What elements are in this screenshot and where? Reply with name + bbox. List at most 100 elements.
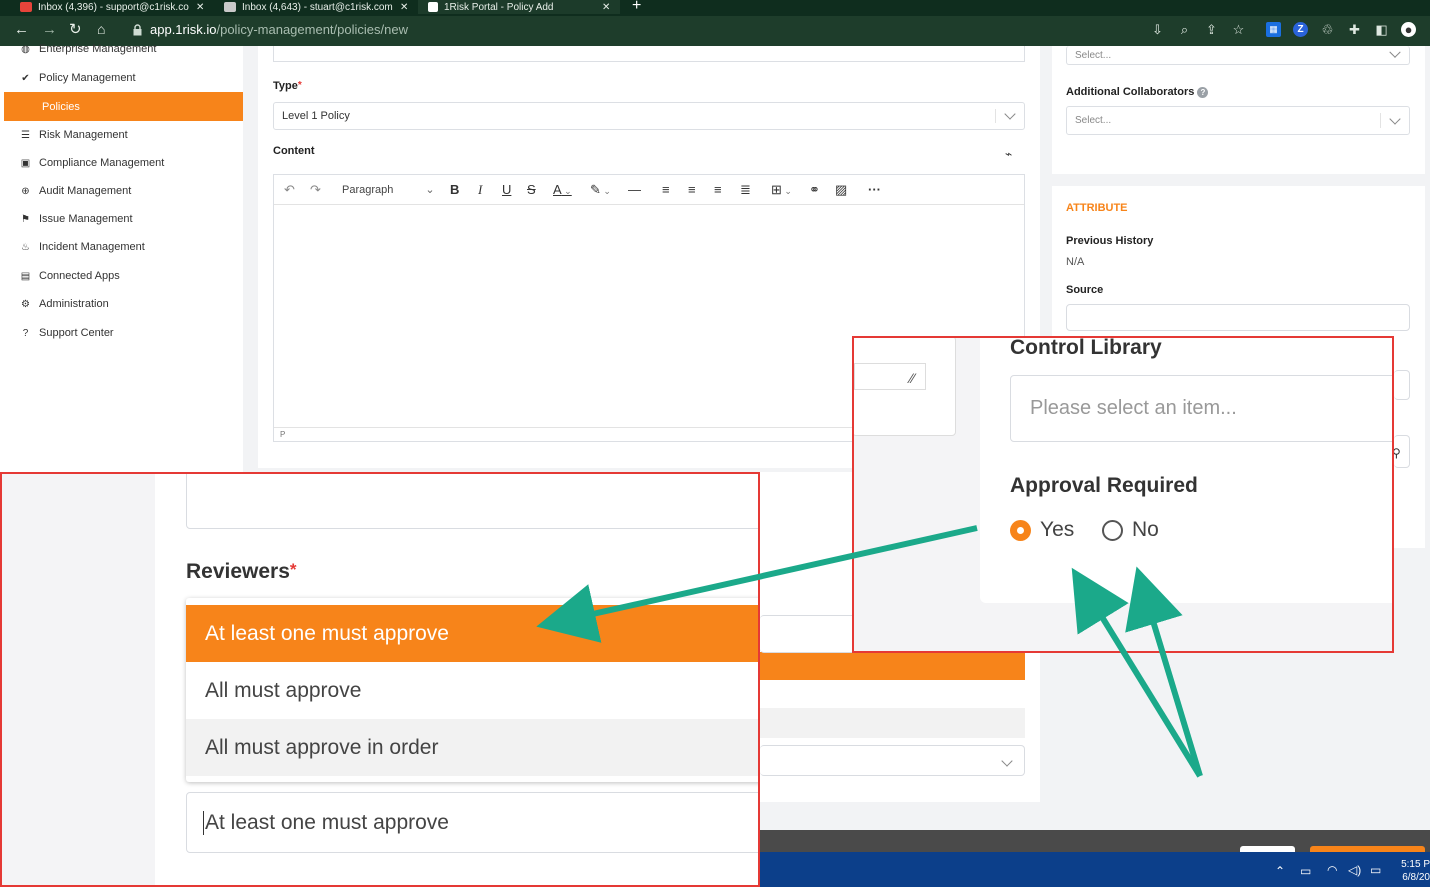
editor-toolbar: ↶ ↷ Paragraph ⌄ B I U S A ⌄ ✎ ⌄ — ≡ ≡ ≡ ≣… <box>274 175 1024 205</box>
clock-time: 5:15 P <box>1401 859 1430 870</box>
strikethrough-icon[interactable]: S <box>527 182 536 197</box>
reviewers-option-all-in-order[interactable]: All must approve in order <box>186 719 758 776</box>
tab-label: Inbox (4,643) - stuart@c1risk.com <box>242 1 393 13</box>
required-marker: * <box>297 80 302 91</box>
address-bar[interactable]: app.1risk.io/policy-management/policies/… <box>150 22 408 37</box>
approval-yes-radio[interactable]: Yes <box>1010 518 1074 542</box>
profile-avatar-icon[interactable]: ● <box>1401 22 1416 37</box>
fire-icon: ♨ <box>21 241 30 253</box>
sidebar-item-audit-management[interactable]: ⊕ Audit Management <box>20 185 131 197</box>
browser-tab-gmail-support[interactable]: Inbox (4,396) - support@c1risk.co <box>20 0 210 14</box>
sidebar-item-label: Audit Management <box>39 185 132 197</box>
browser-tab-1risk[interactable]: 1Risk Portal - Policy Add <box>418 0 620 14</box>
link-icon[interactable]: ⚭ <box>809 182 820 198</box>
system-clock[interactable]: 5:15 P 6/8/20 <box>1397 858 1430 884</box>
sidebar-item-label: Issue Management <box>39 213 133 225</box>
reviewers-select-input[interactable]: At least one must approve <box>186 792 758 853</box>
zoom-extension-icon[interactable]: Z <box>1293 22 1308 37</box>
additional-collaborators-label: Additional Collaborators ? <box>1066 86 1209 98</box>
title-field[interactable] <box>273 46 1025 62</box>
sidebar-item-compliance-management[interactable]: ▣ Compliance Management <box>20 157 165 169</box>
align-center-icon[interactable]: ≡ <box>688 182 696 197</box>
sidebar-item-support-center[interactable]: ? Support Center <box>20 327 114 339</box>
italic-icon[interactable]: I <box>478 182 482 198</box>
sidebar-item-label: Risk Management <box>39 129 128 141</box>
horizontal-line-icon[interactable]: — <box>628 182 641 197</box>
image-icon[interactable]: ▨ <box>835 182 847 198</box>
close-tab-icon[interactable]: ✕ <box>400 0 408 14</box>
puzzle-extensions-icon[interactable]: ✚ <box>1347 22 1362 37</box>
sidebar-item-label: Administration <box>39 298 109 310</box>
mail-icon <box>224 2 236 12</box>
control-library-select[interactable]: Please select an item... <box>1010 375 1392 442</box>
reviewers-option-at-least-one[interactable]: At least one must approve <box>186 605 758 662</box>
attachment-icon[interactable]: ⌁ <box>1005 147 1012 161</box>
owner-select[interactable]: Select... <box>1066 46 1410 65</box>
source-input[interactable] <box>1066 304 1410 331</box>
gmail-icon <box>20 2 32 12</box>
extension-icon[interactable]: ▦ <box>1266 22 1281 37</box>
sidebar-item-enterprise-management[interactable]: ◍ Enterprise Management <box>20 43 156 55</box>
back-icon[interactable]: ← <box>14 21 29 38</box>
zoom-icon[interactable]: ⌕ <box>1177 22 1192 37</box>
underline-icon[interactable]: U <box>502 182 511 197</box>
install-app-icon[interactable]: ⇩ <box>1150 22 1165 37</box>
reviewers-select-partial <box>760 745 1025 776</box>
sidebar-item-label: Support Center <box>39 327 114 339</box>
sidebar-item-incident-management[interactable]: ♨ Incident Management <box>20 241 145 253</box>
sidebar-item-connected-apps[interactable]: ▤ Connected Apps <box>20 270 120 282</box>
sidebar-item-policies[interactable]: Policies <box>4 92 243 121</box>
sidebar-item-risk-management[interactable]: ☰ Risk Management <box>20 129 128 141</box>
chevron-up-icon[interactable]: ⌃ <box>1275 864 1285 878</box>
home-icon[interactable]: ⌂ <box>97 21 105 37</box>
approval-no-radio[interactable]: No <box>1102 518 1159 542</box>
align-left-icon[interactable]: ≡ <box>662 182 670 197</box>
type-select[interactable]: Level 1 Policy <box>273 102 1025 130</box>
new-tab-icon[interactable]: + <box>632 0 641 15</box>
browser-tab-strip: Inbox (4,396) - support@c1risk.co ✕ Inbo… <box>0 0 1430 16</box>
share-icon[interactable]: ⇪ <box>1204 22 1219 37</box>
close-tab-icon[interactable]: ✕ <box>602 0 610 14</box>
bold-icon[interactable]: B <box>450 182 459 197</box>
redo-icon[interactable]: ↷ <box>310 182 321 198</box>
required-marker: * <box>289 560 297 579</box>
more-options-icon[interactable]: ··· <box>868 182 881 197</box>
help-circle-icon[interactable]: ? <box>1197 86 1209 98</box>
reload-icon[interactable]: ↻ <box>69 20 82 38</box>
sidebar-item-policy-management[interactable]: ✔ Policy Management <box>20 72 136 84</box>
chevron-down-icon <box>1389 112 1401 125</box>
battery-icon[interactable]: ▭ <box>1370 863 1381 877</box>
table-icon[interactable]: ⊞ ⌄ <box>771 182 792 198</box>
apps-icon: ▤ <box>20 270 31 282</box>
reviewers-label: Reviewers* <box>186 560 297 583</box>
reviewers-option-all[interactable]: All must approve <box>186 662 758 719</box>
bookmark-star-icon[interactable]: ☆ <box>1231 22 1246 37</box>
sidebar-item-label: Policy Management <box>39 72 136 84</box>
additional-collaborators-select[interactable]: Select... <box>1066 106 1410 135</box>
wifi-icon[interactable]: ◠ <box>1327 863 1337 877</box>
sidebar-item-administration[interactable]: ⚙ Administration <box>20 298 109 310</box>
display-icon[interactable]: ▭ <box>1300 864 1311 878</box>
type-label: Type* <box>273 80 302 92</box>
undo-icon[interactable]: ↶ <box>284 182 295 198</box>
sidebar-item-label: Enterprise Management <box>39 43 157 55</box>
browser-tab-gmail-stuart[interactable]: Inbox (4,643) - stuart@c1risk.com <box>224 0 394 14</box>
align-justify-icon[interactable]: ≣ <box>740 182 751 198</box>
recycle-extension-icon[interactable]: ♲ <box>1320 22 1335 37</box>
close-tab-icon[interactable]: ✕ <box>196 0 204 14</box>
partial-select <box>1394 370 1410 400</box>
approval-required-label: Approval Required <box>1010 474 1198 497</box>
field-above-reviewers[interactable] <box>186 474 758 529</box>
align-right-icon[interactable]: ≡ <box>714 182 722 197</box>
font-color-icon[interactable]: A ⌄ <box>553 182 572 197</box>
approval-zoom-callout: ⁄⁄ Control Library Please select an item… <box>852 336 1394 653</box>
sidebar-item-issue-management[interactable]: ⚑ Issue Management <box>20 213 133 225</box>
side-panel-icon[interactable]: ◧ <box>1374 22 1389 37</box>
radio-unselected-icon <box>1102 519 1123 541</box>
control-library-placeholder: Please select an item... <box>1030 397 1237 419</box>
highlight-icon[interactable]: ✎ ⌄ <box>590 182 611 198</box>
forward-icon[interactable]: → <box>42 21 57 38</box>
speaker-icon[interactable]: ◁) <box>1348 863 1361 877</box>
previous-history-value: N/A <box>1066 256 1085 268</box>
paragraph-format-select[interactable]: Paragraph ⌄ <box>342 183 435 196</box>
